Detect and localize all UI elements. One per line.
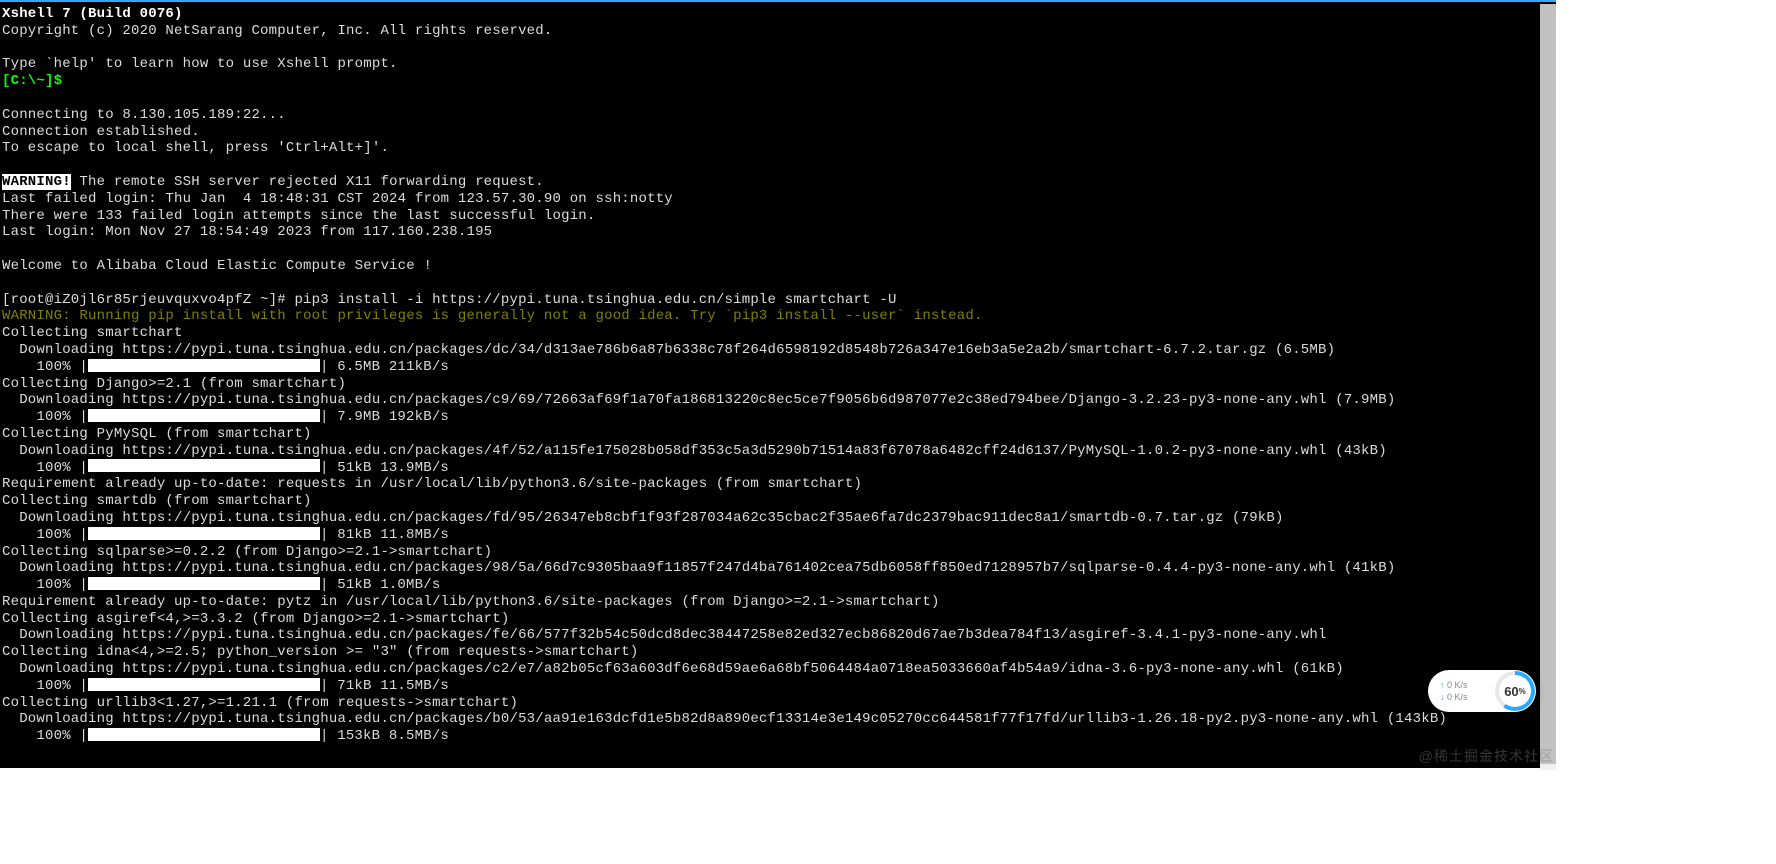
progress-pct: 100% | — [2, 409, 88, 425]
speed-stats: 0 K/s 0 K/s — [1428, 679, 1468, 703]
downloading-line: Downloading https://pypi.tuna.tsinghua.e… — [2, 392, 1395, 408]
shell-prompt: [root@iZ0jl6r85rjeuvquxvo4pfZ ~]# — [2, 292, 294, 308]
downloading-line: Downloading https://pypi.tuna.tsinghua.e… — [2, 711, 1447, 727]
progress-bar — [88, 359, 320, 372]
progress-stats: | 51kB 1.0MB/s — [320, 577, 440, 593]
app-title: Xshell 7 (Build 0076) — [2, 6, 183, 22]
collecting-line: Collecting urllib3<1.27,>=1.21.1 (from r… — [2, 695, 518, 711]
cpu-ring-icon: 60% — [1495, 671, 1535, 711]
welcome-line: Welcome to Alibaba Cloud Elastic Compute… — [2, 258, 432, 274]
progress-bar — [88, 527, 320, 540]
x11-warning: The remote SSH server rejected X11 forwa… — [71, 174, 544, 190]
pip-root-warning: WARNING: Running pip install with root p… — [2, 308, 983, 324]
downloading-line: Downloading https://pypi.tuna.tsinghua.e… — [2, 510, 1284, 526]
progress-bar — [88, 678, 320, 691]
help-hint: Type `help' to learn how to use Xshell p… — [2, 56, 398, 72]
progress-bar — [88, 409, 320, 422]
progress-stats: | 71kB 11.5MB/s — [320, 678, 449, 694]
downloading-line: Downloading https://pypi.tuna.tsinghua.e… — [2, 342, 1335, 358]
scrollbar-track[interactable] — [1540, 4, 1556, 770]
connecting-line: Connecting to 8.130.105.189:22... — [2, 107, 286, 123]
collecting-line: Collecting smartchart — [2, 325, 183, 341]
progress-pct: 100% | — [2, 359, 88, 375]
local-prompt: [C:\~]$ — [2, 73, 62, 89]
cpu-percent: 60% — [1499, 675, 1531, 707]
collecting-line: Collecting smartdb (from smartchart) — [2, 493, 312, 509]
warning-badge: WARNING! — [2, 174, 71, 190]
shell-command: pip3 install -i https://pypi.tuna.tsingh… — [294, 292, 896, 308]
progress-pct: 100% | — [2, 527, 88, 543]
downloading-line: Downloading https://pypi.tuna.tsinghua.e… — [2, 560, 1395, 576]
progress-stats: | 81kB 11.8MB/s — [320, 527, 449, 543]
downloading-line: Downloading https://pypi.tuna.tsinghua.e… — [2, 443, 1387, 459]
collecting-line: Collecting PyMySQL (from smartchart) — [2, 426, 312, 442]
network-speed-widget[interactable]: 0 K/s 0 K/s 60% — [1428, 670, 1536, 712]
collecting-line: Collecting sqlparse>=0.2.2 (from Django>… — [2, 544, 492, 560]
terminal-window: Xshell 7 (Build 0076) Copyright (c) 2020… — [0, 0, 1556, 768]
progress-stats: | 153kB 8.5MB/s — [320, 728, 449, 744]
watermark-text: @稀土掘金技术社区 — [1419, 746, 1554, 766]
last-failed-login: Last failed login: Thu Jan 4 18:48:31 CS… — [2, 191, 673, 207]
collecting-line: Collecting Django>=2.1 (from smartchart) — [2, 376, 346, 392]
collecting-line: Collecting idna<4,>=2.5; python_version … — [2, 644, 639, 660]
copyright-line: Copyright (c) 2020 NetSarang Computer, I… — [2, 23, 553, 39]
progress-bar — [88, 577, 320, 590]
progress-pct: 100% | — [2, 460, 88, 476]
progress-pct: 100% | — [2, 728, 88, 744]
requirement-satisfied: Requirement already up-to-date: pytz in … — [2, 594, 940, 610]
downloading-line: Downloading https://pypi.tuna.tsinghua.e… — [2, 627, 1327, 643]
downloading-line: Downloading https://pypi.tuna.tsinghua.e… — [2, 661, 1344, 677]
progress-stats: | 6.5MB 211kB/s — [320, 359, 449, 375]
progress-pct: 100% | — [2, 678, 88, 694]
progress-pct: 100% | — [2, 577, 88, 593]
escape-hint: To escape to local shell, press 'Ctrl+Al… — [2, 140, 389, 156]
failed-attempts: There were 133 failed login attempts sin… — [2, 208, 596, 224]
progress-bar — [88, 459, 320, 472]
last-login: Last login: Mon Nov 27 18:54:49 2023 fro… — [2, 224, 492, 240]
progress-stats: | 51kB 13.9MB/s — [320, 460, 449, 476]
requirement-satisfied: Requirement already up-to-date: requests… — [2, 476, 862, 492]
collecting-line: Collecting asgiref<4,>=3.3.2 (from Djang… — [2, 611, 509, 627]
upload-speed: 0 K/s — [1440, 679, 1468, 691]
progress-stats: | 7.9MB 192kB/s — [320, 409, 449, 425]
scrollbar-thumb[interactable] — [1540, 4, 1556, 764]
progress-bar — [88, 728, 320, 741]
terminal-output[interactable]: Xshell 7 (Build 0076) Copyright (c) 2020… — [2, 6, 1540, 768]
download-speed: 0 K/s — [1440, 691, 1468, 703]
connection-established: Connection established. — [2, 124, 200, 140]
